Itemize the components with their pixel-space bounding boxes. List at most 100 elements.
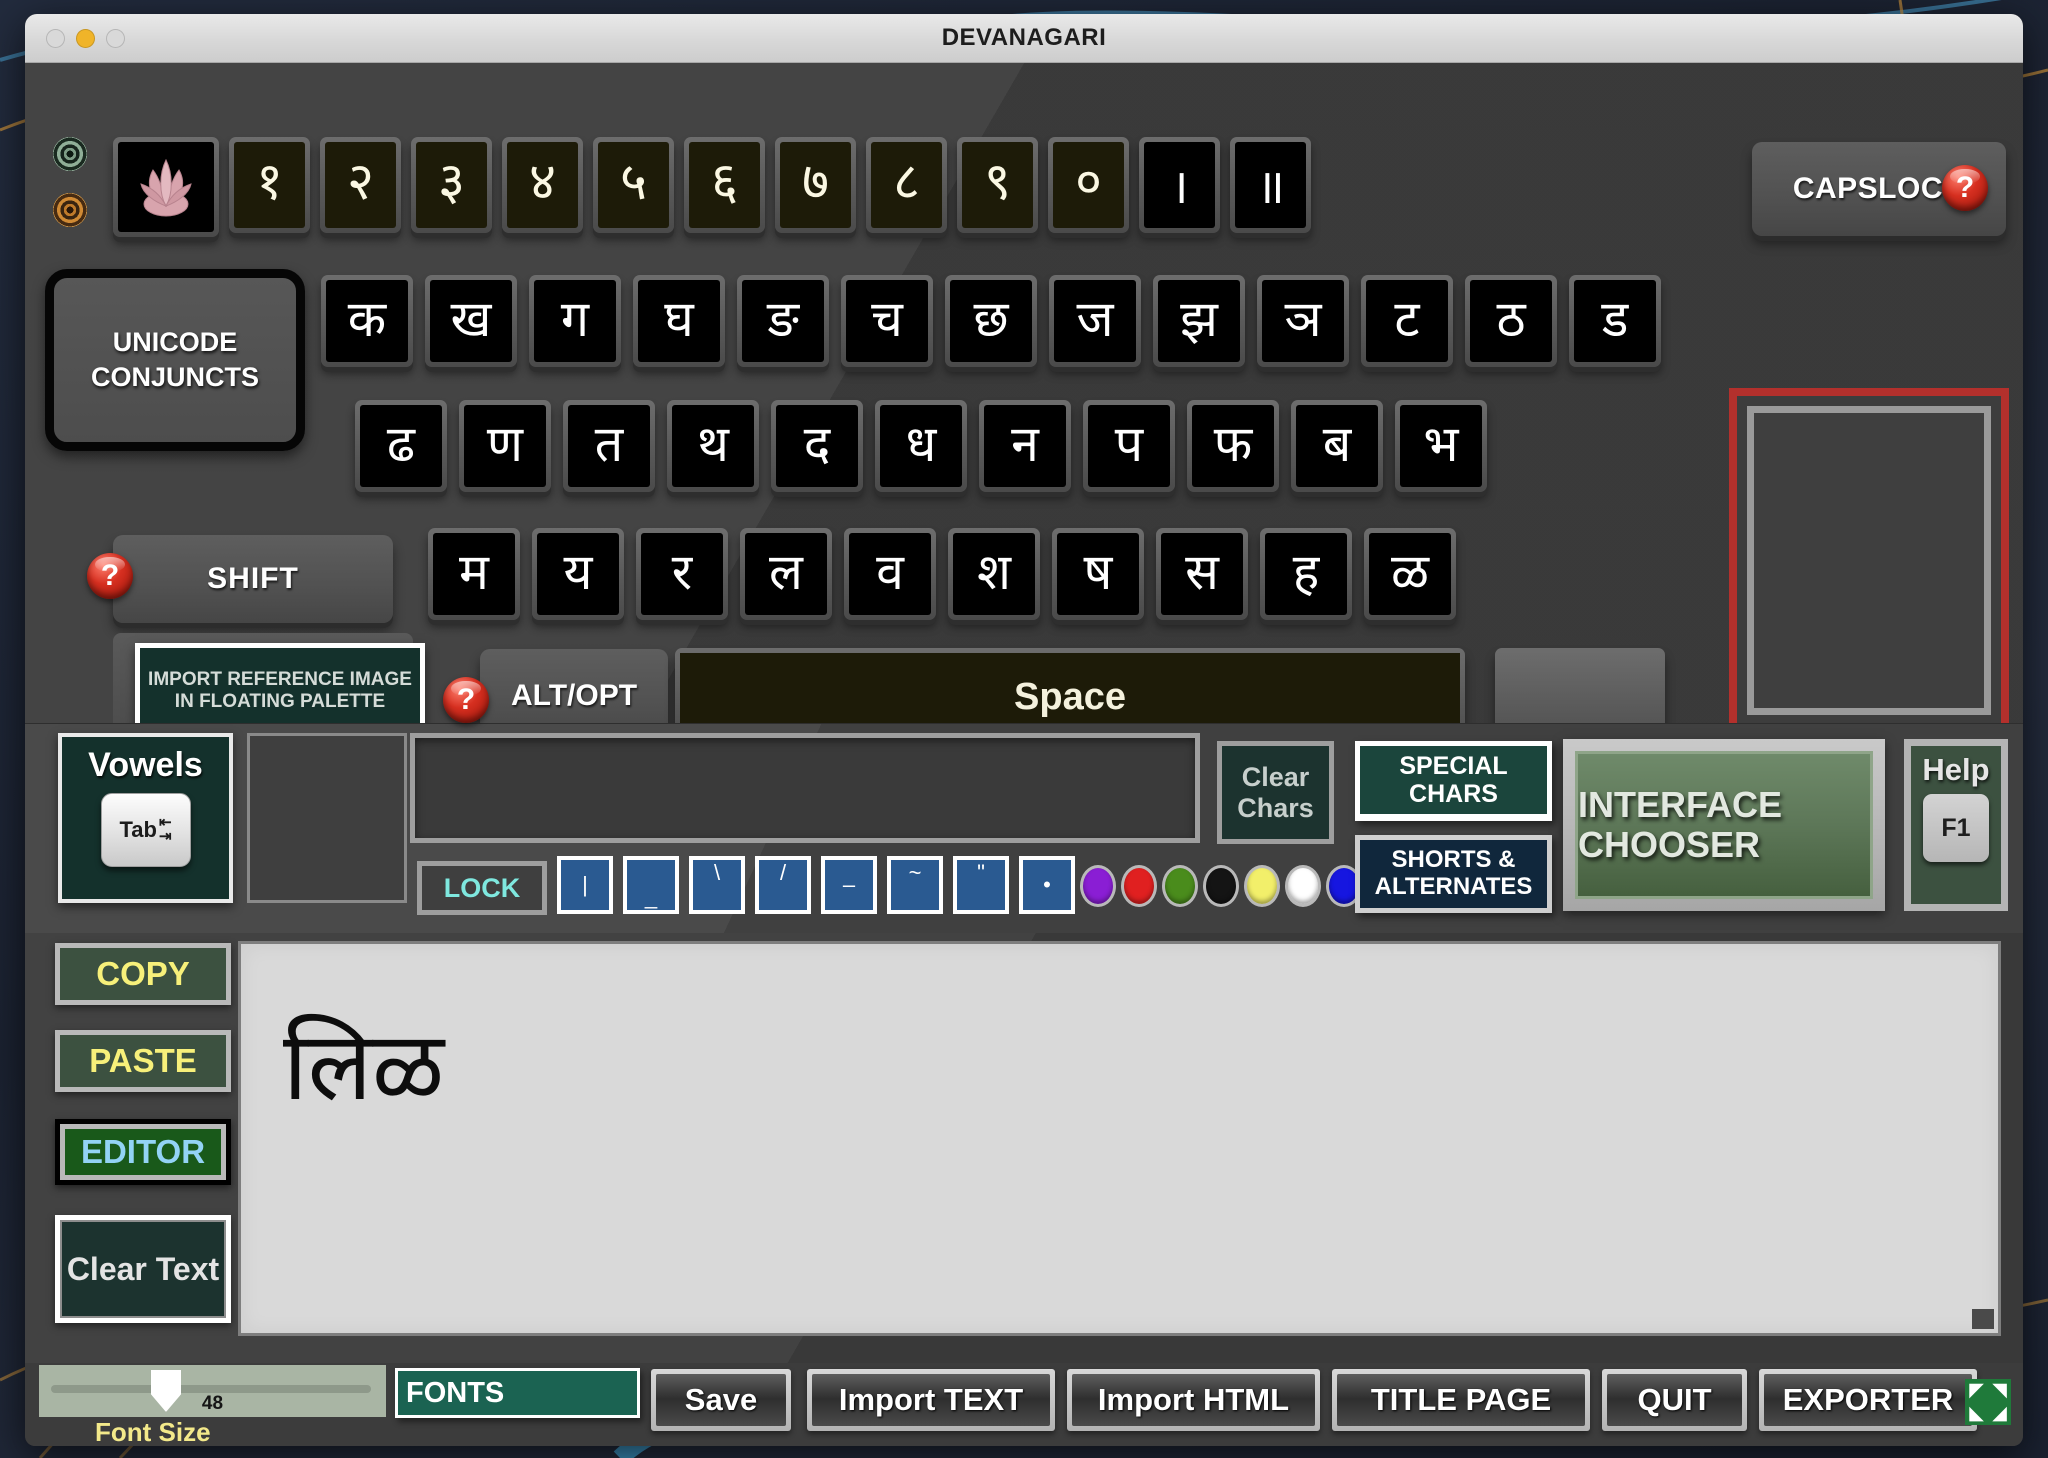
color-swatch-red[interactable] bbox=[1121, 865, 1157, 907]
capslock-help-icon[interactable]: ? bbox=[1942, 165, 1988, 211]
color-swatch-yellow[interactable] bbox=[1244, 865, 1280, 907]
clear-chars-button[interactable]: Clear Chars bbox=[1217, 741, 1334, 844]
character-preview-bar[interactable] bbox=[410, 733, 1200, 843]
consonant-key-ka[interactable]: क bbox=[321, 275, 413, 367]
f1-key-icon[interactable]: F1 bbox=[1923, 794, 1989, 862]
color-swatch-white[interactable] bbox=[1285, 865, 1321, 907]
color-swatch-green[interactable] bbox=[1162, 865, 1198, 907]
orange-target-disc-icon[interactable] bbox=[53, 193, 87, 227]
import-html-button[interactable]: Import HTML bbox=[1067, 1369, 1320, 1431]
lock-button[interactable]: LOCK bbox=[417, 861, 547, 915]
consonant-key-gha[interactable]: घ bbox=[633, 275, 725, 367]
consonant-key-ma[interactable]: म bbox=[428, 528, 520, 620]
numeral-key-9[interactable]: ९ bbox=[957, 137, 1038, 233]
editor-resize-corner[interactable] bbox=[1972, 1309, 1994, 1329]
consonant-key-sa[interactable]: स bbox=[1156, 528, 1248, 620]
diacritic-button-1[interactable]: | bbox=[557, 856, 613, 914]
exporter-button[interactable]: EXPORTER bbox=[1759, 1369, 1977, 1431]
title-page-label: TITLE PAGE bbox=[1337, 1374, 1585, 1426]
consonant-key-ra[interactable]: र bbox=[636, 528, 728, 620]
fonts-dropdown[interactable]: FONTS bbox=[395, 1368, 640, 1418]
consonant-key-pha[interactable]: फ bbox=[1187, 400, 1279, 492]
numeral-key-7[interactable]: ७ bbox=[775, 137, 856, 233]
unicode-conjuncts-button[interactable]: UNICODE CONJUNCTS bbox=[45, 269, 305, 451]
diacritic-button-7[interactable]: " bbox=[953, 856, 1009, 914]
consonant-key-chha[interactable]: छ bbox=[945, 275, 1037, 367]
numeral-key-8[interactable]: ८ bbox=[866, 137, 947, 233]
consonant-key-tha[interactable]: थ bbox=[667, 400, 759, 492]
diacritic-button-5[interactable]: – bbox=[821, 856, 877, 914]
numeral-key-5[interactable]: ५ bbox=[593, 137, 674, 233]
diacritic-button-6[interactable]: ~ bbox=[887, 856, 943, 914]
clear-text-button[interactable]: Clear Text bbox=[55, 1215, 231, 1323]
quit-button[interactable]: QUIT bbox=[1602, 1369, 1747, 1431]
consonant-key-na[interactable]: न bbox=[979, 400, 1071, 492]
consonant-key-pa[interactable]: प bbox=[1083, 400, 1175, 492]
consonant-key-nga[interactable]: ङ bbox=[737, 275, 829, 367]
consonant-key-nya[interactable]: ञ bbox=[1257, 275, 1349, 367]
import-html-label: Import HTML bbox=[1072, 1374, 1315, 1426]
alt-opt-help-icon[interactable]: ? bbox=[443, 677, 489, 723]
resize-grip-icon[interactable]: ◤ ◥ ◣ ◢ bbox=[1965, 1379, 2011, 1425]
color-swatch-purple[interactable] bbox=[1080, 865, 1116, 907]
shorts-alternates-button[interactable]: SHORTS & ALTERNATES bbox=[1355, 835, 1552, 913]
qwerty-guide-panel[interactable] bbox=[1729, 388, 2009, 733]
consonant-key-dda[interactable]: ड bbox=[1569, 275, 1661, 367]
consonant-key-ta[interactable]: त bbox=[563, 400, 655, 492]
color-swatch-black[interactable] bbox=[1203, 865, 1239, 907]
font-size-slider[interactable]: 48 bbox=[39, 1365, 386, 1417]
numeral-key-1[interactable]: १ bbox=[229, 137, 310, 233]
consonant-key-tta[interactable]: ट bbox=[1361, 275, 1453, 367]
tab-key-icon[interactable]: Tab ⇤ ⇥ bbox=[100, 793, 191, 867]
green-target-disc-icon[interactable] bbox=[53, 137, 87, 171]
diacritic-button-8[interactable]: • bbox=[1019, 856, 1075, 914]
danda-key[interactable]: । bbox=[1139, 137, 1220, 233]
numeral-key-2[interactable]: २ bbox=[320, 137, 401, 233]
numeral-key-3[interactable]: ३ bbox=[411, 137, 492, 233]
special-chars-button[interactable]: SPECIAL CHARS bbox=[1355, 741, 1552, 821]
tab-arrows-icon: ⇤ ⇥ bbox=[158, 813, 172, 845]
numeral-key-0[interactable]: ० bbox=[1048, 137, 1129, 233]
consonant-key-ya[interactable]: य bbox=[532, 528, 624, 620]
numeral-key-6[interactable]: ६ bbox=[684, 137, 765, 233]
consonant-key-ja[interactable]: ज bbox=[1049, 275, 1141, 367]
consonant-key-ssa[interactable]: ष bbox=[1052, 528, 1144, 620]
save-button[interactable]: Save bbox=[651, 1369, 791, 1431]
numeral-key-4[interactable]: ४ bbox=[502, 137, 583, 233]
vowels-panel[interactable]: Vowels Tab ⇤ ⇥ bbox=[58, 733, 233, 903]
consonant-key-da[interactable]: द bbox=[771, 400, 863, 492]
diacritic-button-4[interactable]: / bbox=[755, 856, 811, 914]
lock-label: LOCK bbox=[422, 866, 542, 910]
interface-chooser-button[interactable]: INTERFACE CHOOSER bbox=[1563, 739, 1885, 911]
lotus-key[interactable] bbox=[113, 137, 219, 237]
consonant-key-la[interactable]: ल bbox=[740, 528, 832, 620]
text-editor-pane[interactable]: लिळ bbox=[238, 941, 2001, 1336]
diacritic-button-3[interactable]: \ bbox=[689, 856, 745, 914]
consonant-key-ga[interactable]: ग bbox=[529, 275, 621, 367]
copy-button[interactable]: COPY bbox=[55, 943, 231, 1005]
consonant-key-ha[interactable]: ह bbox=[1260, 528, 1352, 620]
consonant-key-cha[interactable]: च bbox=[841, 275, 933, 367]
consonant-key-bha[interactable]: भ bbox=[1395, 400, 1487, 492]
shift-key[interactable]: SHIFT bbox=[113, 535, 393, 623]
consonant-key-ttha[interactable]: ठ bbox=[1465, 275, 1557, 367]
paste-button[interactable]: PASTE bbox=[55, 1030, 231, 1092]
consonant-key-ddha[interactable]: ढ bbox=[355, 400, 447, 492]
consonant-key-ba[interactable]: ब bbox=[1291, 400, 1383, 492]
consonant-key-va[interactable]: व bbox=[844, 528, 936, 620]
import-text-button[interactable]: Import TEXT bbox=[807, 1369, 1055, 1431]
consonant-key-kha[interactable]: ख bbox=[425, 275, 517, 367]
title-page-button[interactable]: TITLE PAGE bbox=[1332, 1369, 1590, 1431]
consonant-key-jha[interactable]: झ bbox=[1153, 275, 1245, 367]
diacritic-button-2[interactable]: _ bbox=[623, 856, 679, 914]
double-danda-key[interactable]: ॥ bbox=[1230, 137, 1311, 233]
editor-button[interactable]: EDITOR bbox=[55, 1119, 231, 1185]
consonant-key-nna[interactable]: ण bbox=[459, 400, 551, 492]
consonant-key-lla[interactable]: ळ bbox=[1364, 528, 1456, 620]
consonant-key-sha[interactable]: श bbox=[948, 528, 1040, 620]
editor-area: COPY PASTE EDITOR Clear Text लिळ bbox=[25, 933, 2023, 1363]
virtual-keyboard: १ २ ३ ४ ५ ६ ७ ८ ९ ० । ॥ CAPSLOCK ? UNICO… bbox=[25, 63, 2023, 769]
consonant-key-dha[interactable]: ध bbox=[875, 400, 967, 492]
help-button[interactable]: Help F1 bbox=[1904, 739, 2008, 911]
shift-help-icon[interactable]: ? bbox=[87, 553, 133, 599]
